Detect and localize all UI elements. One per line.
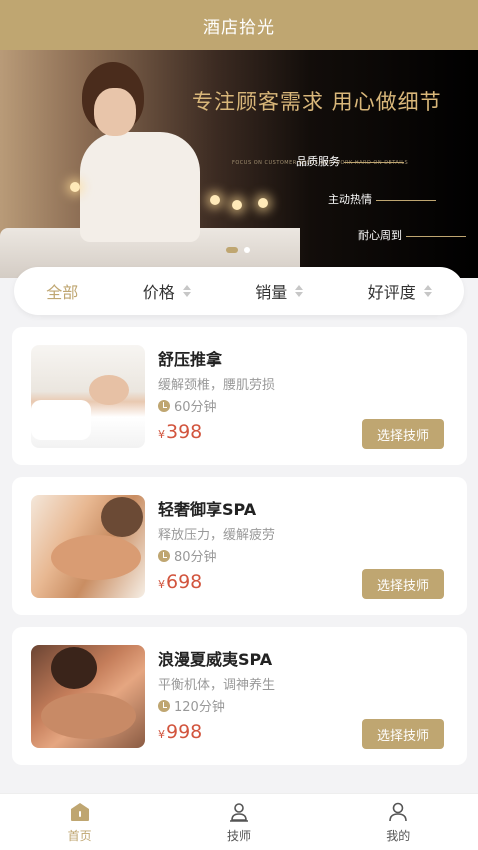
banner-dot-active[interactable] bbox=[226, 247, 238, 253]
image-back-shape bbox=[51, 535, 141, 580]
banner-pagination bbox=[226, 247, 250, 253]
sort-arrows-icon bbox=[423, 285, 432, 297]
tab-home-label: 首页 bbox=[67, 829, 92, 843]
price-value: 398 bbox=[166, 421, 203, 443]
candle-light bbox=[70, 182, 80, 192]
service-duration-text: 120分钟 bbox=[174, 700, 225, 715]
select-technician-button[interactable]: 选择技师 bbox=[362, 719, 444, 749]
banner-therapist-face bbox=[94, 88, 136, 136]
service-description: 释放压力，缓解疲劳 bbox=[158, 528, 276, 543]
banner-tag-enthusiasm: 主动热情 bbox=[328, 191, 436, 207]
clock-icon bbox=[158, 699, 170, 712]
currency-symbol: ¥ bbox=[158, 428, 165, 441]
candle-light bbox=[258, 198, 268, 208]
profile-icon bbox=[389, 802, 408, 822]
home-icon bbox=[70, 803, 89, 821]
service-card[interactable]: 浪漫夏威夷SPA 平衡机体，调神养生 120分钟 ¥998 选择技师 bbox=[12, 627, 467, 765]
service-card[interactable]: 舒压推拿 缓解颈椎，腰肌劳损 60分钟 ¥398 选择技师 bbox=[12, 327, 467, 465]
clock-icon bbox=[158, 549, 170, 562]
bottom-tab-bar: 首页 技师 我的 bbox=[0, 793, 478, 850]
app-header: 酒店拾光 bbox=[0, 0, 478, 50]
filter-sales[interactable]: 销量 bbox=[255, 279, 304, 303]
service-image bbox=[31, 345, 145, 448]
tab-technician[interactable]: 技师 bbox=[189, 800, 289, 844]
filter-rating[interactable]: 好评度 bbox=[368, 279, 432, 303]
currency-symbol: ¥ bbox=[158, 578, 165, 591]
currency-symbol: ¥ bbox=[158, 728, 165, 741]
banner-headline: 专注顾客需求 用心做细节 bbox=[192, 90, 442, 114]
price-value: 698 bbox=[166, 571, 203, 593]
candle-light bbox=[210, 195, 220, 205]
banner-dot[interactable] bbox=[244, 247, 250, 253]
filter-all[interactable]: 全部 bbox=[46, 279, 78, 303]
tab-profile[interactable]: 我的 bbox=[348, 800, 448, 844]
filter-bar: 全部 价格 销量 好评度 bbox=[14, 267, 464, 315]
service-duration-text: 80分钟 bbox=[174, 550, 217, 565]
price-value: 998 bbox=[166, 721, 203, 743]
service-name: 浪漫夏威夷SPA bbox=[158, 650, 273, 669]
filter-sales-label: 销量 bbox=[255, 283, 288, 302]
service-duration-text: 60分钟 bbox=[174, 400, 217, 415]
candle-light bbox=[232, 200, 242, 210]
technician-icon bbox=[229, 803, 248, 822]
service-name: 轻奢御享SPA bbox=[158, 500, 257, 519]
filter-price-label: 价格 bbox=[142, 283, 175, 302]
banner-therapist-body bbox=[80, 132, 200, 242]
image-back-shape bbox=[41, 693, 136, 739]
image-hair-shape bbox=[101, 497, 143, 537]
service-description: 缓解颈椎，腰肌劳损 bbox=[158, 378, 276, 393]
service-card[interactable]: 轻奢御享SPA 释放压力，缓解疲劳 80分钟 ¥698 选择技师 bbox=[12, 477, 467, 615]
image-face-shape bbox=[89, 375, 129, 405]
image-hair-shape bbox=[51, 647, 97, 689]
banner-tag-patience: 耐心周到 bbox=[358, 227, 466, 243]
service-image bbox=[31, 645, 145, 748]
sort-arrows-icon bbox=[295, 285, 304, 297]
service-image bbox=[31, 495, 145, 598]
select-technician-button[interactable]: 选择技师 bbox=[362, 569, 444, 599]
clock-icon bbox=[158, 399, 170, 412]
tab-home[interactable]: 首页 bbox=[30, 800, 130, 844]
promo-banner[interactable]: 专注顾客需求 用心做细节 FOCUS ON CUSTOMER NEEDS AND… bbox=[0, 50, 478, 278]
page-title: 酒店拾光 bbox=[203, 17, 275, 38]
tab-technician-label: 技师 bbox=[226, 829, 251, 843]
service-description: 平衡机体，调神养生 bbox=[158, 678, 276, 693]
sort-arrows-icon bbox=[182, 285, 191, 297]
filter-price[interactable]: 价格 bbox=[143, 279, 191, 303]
tab-profile-label: 我的 bbox=[386, 829, 411, 843]
service-duration: 120分钟 bbox=[158, 696, 225, 715]
service-duration: 80分钟 bbox=[158, 546, 217, 565]
banner-tag-quality: 品质服务 bbox=[296, 153, 404, 169]
service-price: ¥398 bbox=[158, 421, 202, 443]
service-name: 舒压推拿 bbox=[158, 350, 223, 369]
service-price: ¥698 bbox=[158, 571, 202, 593]
service-price: ¥998 bbox=[158, 721, 202, 743]
filter-rating-label: 好评度 bbox=[367, 283, 416, 302]
select-technician-button[interactable]: 选择技师 bbox=[362, 419, 444, 449]
image-towel-shape bbox=[31, 400, 91, 440]
filter-all-label: 全部 bbox=[46, 283, 79, 302]
service-duration: 60分钟 bbox=[158, 396, 217, 415]
